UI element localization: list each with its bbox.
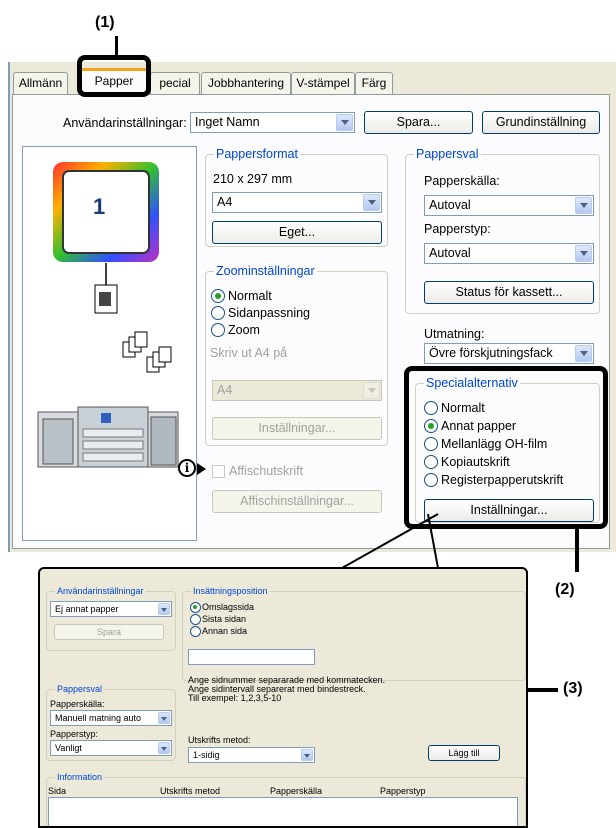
sub-paper-type-label: Papperstyp: xyxy=(50,729,99,739)
info-table xyxy=(48,797,518,826)
output-value: Övre förskjutningsfack xyxy=(429,346,553,360)
chevron-down-icon xyxy=(301,749,313,761)
chevron-down-icon xyxy=(158,712,170,724)
user-settings-value: Inget Namn xyxy=(195,115,260,129)
col-paper-source: Papperskälla xyxy=(270,786,323,796)
sub-user-settings-title: Användarinställningar xyxy=(55,586,146,596)
paper-source-label: Papperskälla: xyxy=(424,174,500,188)
paper-type-select[interactable]: Autoval xyxy=(424,243,594,264)
sub-user-settings-group: Användarinställningar xyxy=(46,586,176,651)
output-select[interactable]: Övre förskjutningsfack xyxy=(424,343,594,364)
chevron-down-icon xyxy=(575,197,592,214)
sub-paper-type-value: Vanligt xyxy=(55,743,82,753)
user-settings-select[interactable]: Inget Namn xyxy=(190,112,355,133)
col-print-method: Utskrifts metod xyxy=(160,786,221,796)
sub-paper-source-label: Papperskälla: xyxy=(50,699,105,709)
output-label: Utmatning: xyxy=(424,327,485,341)
col-paper-type: Papperstyp xyxy=(380,786,426,796)
tab-special[interactable]: pecial xyxy=(150,72,200,94)
paper-source-select[interactable]: Autoval xyxy=(424,195,594,216)
zoom-settings-button[interactable]: Inställningar... xyxy=(212,417,382,440)
callout-2-line xyxy=(575,528,579,572)
info-title: Information xyxy=(55,772,105,782)
custom-paper-button[interactable]: Eget... xyxy=(212,221,382,244)
last-page-radio[interactable]: Sista sidan xyxy=(190,614,246,625)
callout-2: (2) xyxy=(555,581,575,598)
fit-to-value: A4 xyxy=(217,383,233,397)
print-method-value: 1-sidig xyxy=(193,750,220,760)
tab-stamp[interactable]: V-stämpel xyxy=(291,72,355,94)
chevron-down-icon xyxy=(363,194,380,211)
fit-to-label: Skriv ut A4 på xyxy=(210,346,288,360)
chevron-down-icon xyxy=(575,345,592,362)
paper-type-label: Papperstyp: xyxy=(424,222,491,236)
paper-dimensions: 210 x 297 mm xyxy=(213,172,293,186)
paper-size-title: Pappersformat xyxy=(214,147,300,161)
chevron-down-icon xyxy=(158,603,170,615)
tab-job-handling[interactable]: Jobbhantering xyxy=(201,72,291,94)
zoom-normal-radio[interactable]: Normalt xyxy=(211,289,272,303)
callout-3: (3) xyxy=(563,680,583,697)
callout-3-line xyxy=(528,688,558,692)
chevron-down-icon xyxy=(158,742,170,754)
chevron-down-icon xyxy=(575,245,592,262)
paper-size-select[interactable]: A4 xyxy=(212,192,382,213)
poster-checkbox[interactable] xyxy=(212,465,225,478)
zoom-zoom-radio[interactable]: Zoom xyxy=(211,323,260,337)
sub-paper-type-select[interactable]: Vanligt xyxy=(50,740,172,756)
sub-user-settings-value: Ej annat papper xyxy=(55,604,119,614)
insert-position-title: Insättningsposition xyxy=(191,586,270,596)
save-button[interactable]: Spara... xyxy=(364,111,473,134)
tab-general[interactable]: Allmänn xyxy=(13,72,68,94)
default-settings-button[interactable]: Grundinställning xyxy=(482,111,600,134)
sub-paper-source-select[interactable]: Manuell matning auto xyxy=(50,710,172,726)
special-options-highlight xyxy=(404,366,608,529)
cover-page-radio[interactable]: Omslagssida xyxy=(190,602,254,613)
tray-status-button[interactable]: Status för kassett... xyxy=(424,281,594,304)
other-page-radio[interactable]: Annan sida xyxy=(190,626,247,637)
sub-paper-source-value: Manuell matning auto xyxy=(55,713,142,723)
hint-line-3: Till exempel: 1,2,3,5-10 xyxy=(188,693,282,703)
col-page: Sida xyxy=(48,786,67,796)
callout-1: (1) xyxy=(95,14,115,31)
poster-settings-button[interactable]: Affischinställningar... xyxy=(212,490,382,513)
tab-color[interactable]: Färg xyxy=(355,72,393,94)
page-preview-icon xyxy=(37,162,179,468)
fit-to-select[interactable]: A4 xyxy=(212,380,382,401)
chevron-down-icon xyxy=(363,382,380,399)
chevron-down-icon xyxy=(336,114,353,131)
paper-type-value: Autoval xyxy=(429,246,471,260)
preview-pane: 1 xyxy=(22,146,197,541)
info-arrow-icon xyxy=(197,463,206,475)
tab-paper-highlight xyxy=(77,55,151,97)
sub-user-settings-select[interactable]: Ej annat papper xyxy=(50,601,172,617)
print-method-label: Utskrifts metod: xyxy=(188,735,251,745)
zoom-fit-radio[interactable]: Sidanpassning xyxy=(211,306,310,320)
preview-page-number: 1 xyxy=(93,194,106,219)
add-button[interactable]: Lägg till xyxy=(428,745,500,761)
user-settings-label: Användarinställningar: xyxy=(63,116,187,130)
paper-selection-title: Pappersval xyxy=(414,147,481,161)
sub-paper-selection-title: Pappersval xyxy=(55,684,105,694)
sub-save-button[interactable]: Spara xyxy=(54,624,164,640)
paper-size-value: A4 xyxy=(217,195,233,209)
page-number-input[interactable] xyxy=(188,649,315,665)
zoomed-settings-panel: Användarinställningar Ej annat papper Sp… xyxy=(38,567,528,828)
poster-label: Affischutskrift xyxy=(229,464,304,478)
paper-source-value: Autoval xyxy=(429,198,471,212)
info-icon: i xyxy=(178,459,196,477)
print-method-select[interactable]: 1-sidig xyxy=(188,747,315,763)
zoom-settings-title: Zoominställningar xyxy=(214,264,317,278)
